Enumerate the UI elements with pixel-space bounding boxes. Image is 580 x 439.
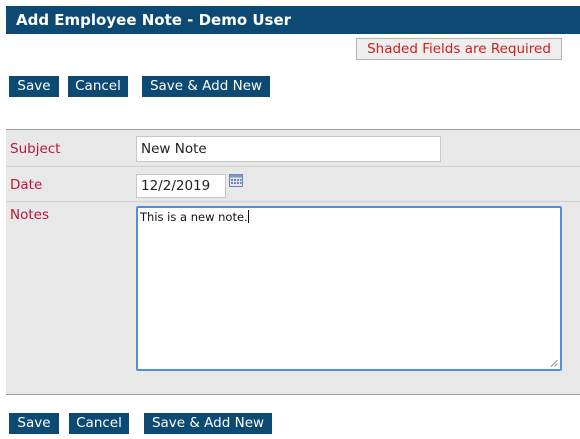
date-row: Date — [6, 167, 580, 202]
save-add-new-button-bottom[interactable]: Save & Add New — [144, 413, 272, 434]
resize-grip-icon[interactable] — [550, 359, 558, 367]
notes-textarea[interactable]: This is a new note. — [136, 206, 562, 371]
notes-label: Notes — [10, 207, 49, 223]
cancel-button-top[interactable]: Cancel — [68, 76, 128, 97]
form-bottom-divider — [6, 394, 580, 395]
date-input[interactable] — [136, 174, 226, 198]
notes-text: This is a new note. — [140, 210, 248, 224]
subject-input[interactable] — [136, 136, 441, 162]
date-label: Date — [10, 177, 43, 193]
required-fields-notice: Shaded Fields are Required — [356, 38, 562, 60]
save-button-bottom[interactable]: Save — [9, 413, 59, 434]
subject-label: Subject — [10, 141, 61, 157]
text-caret — [247, 210, 249, 223]
calendar-icon[interactable] — [229, 174, 243, 187]
save-button-top[interactable]: Save — [9, 76, 59, 97]
page-title: Add Employee Note - Demo User — [6, 6, 580, 34]
save-add-new-button-top[interactable]: Save & Add New — [142, 76, 270, 97]
cancel-button-bottom[interactable]: Cancel — [69, 413, 129, 434]
